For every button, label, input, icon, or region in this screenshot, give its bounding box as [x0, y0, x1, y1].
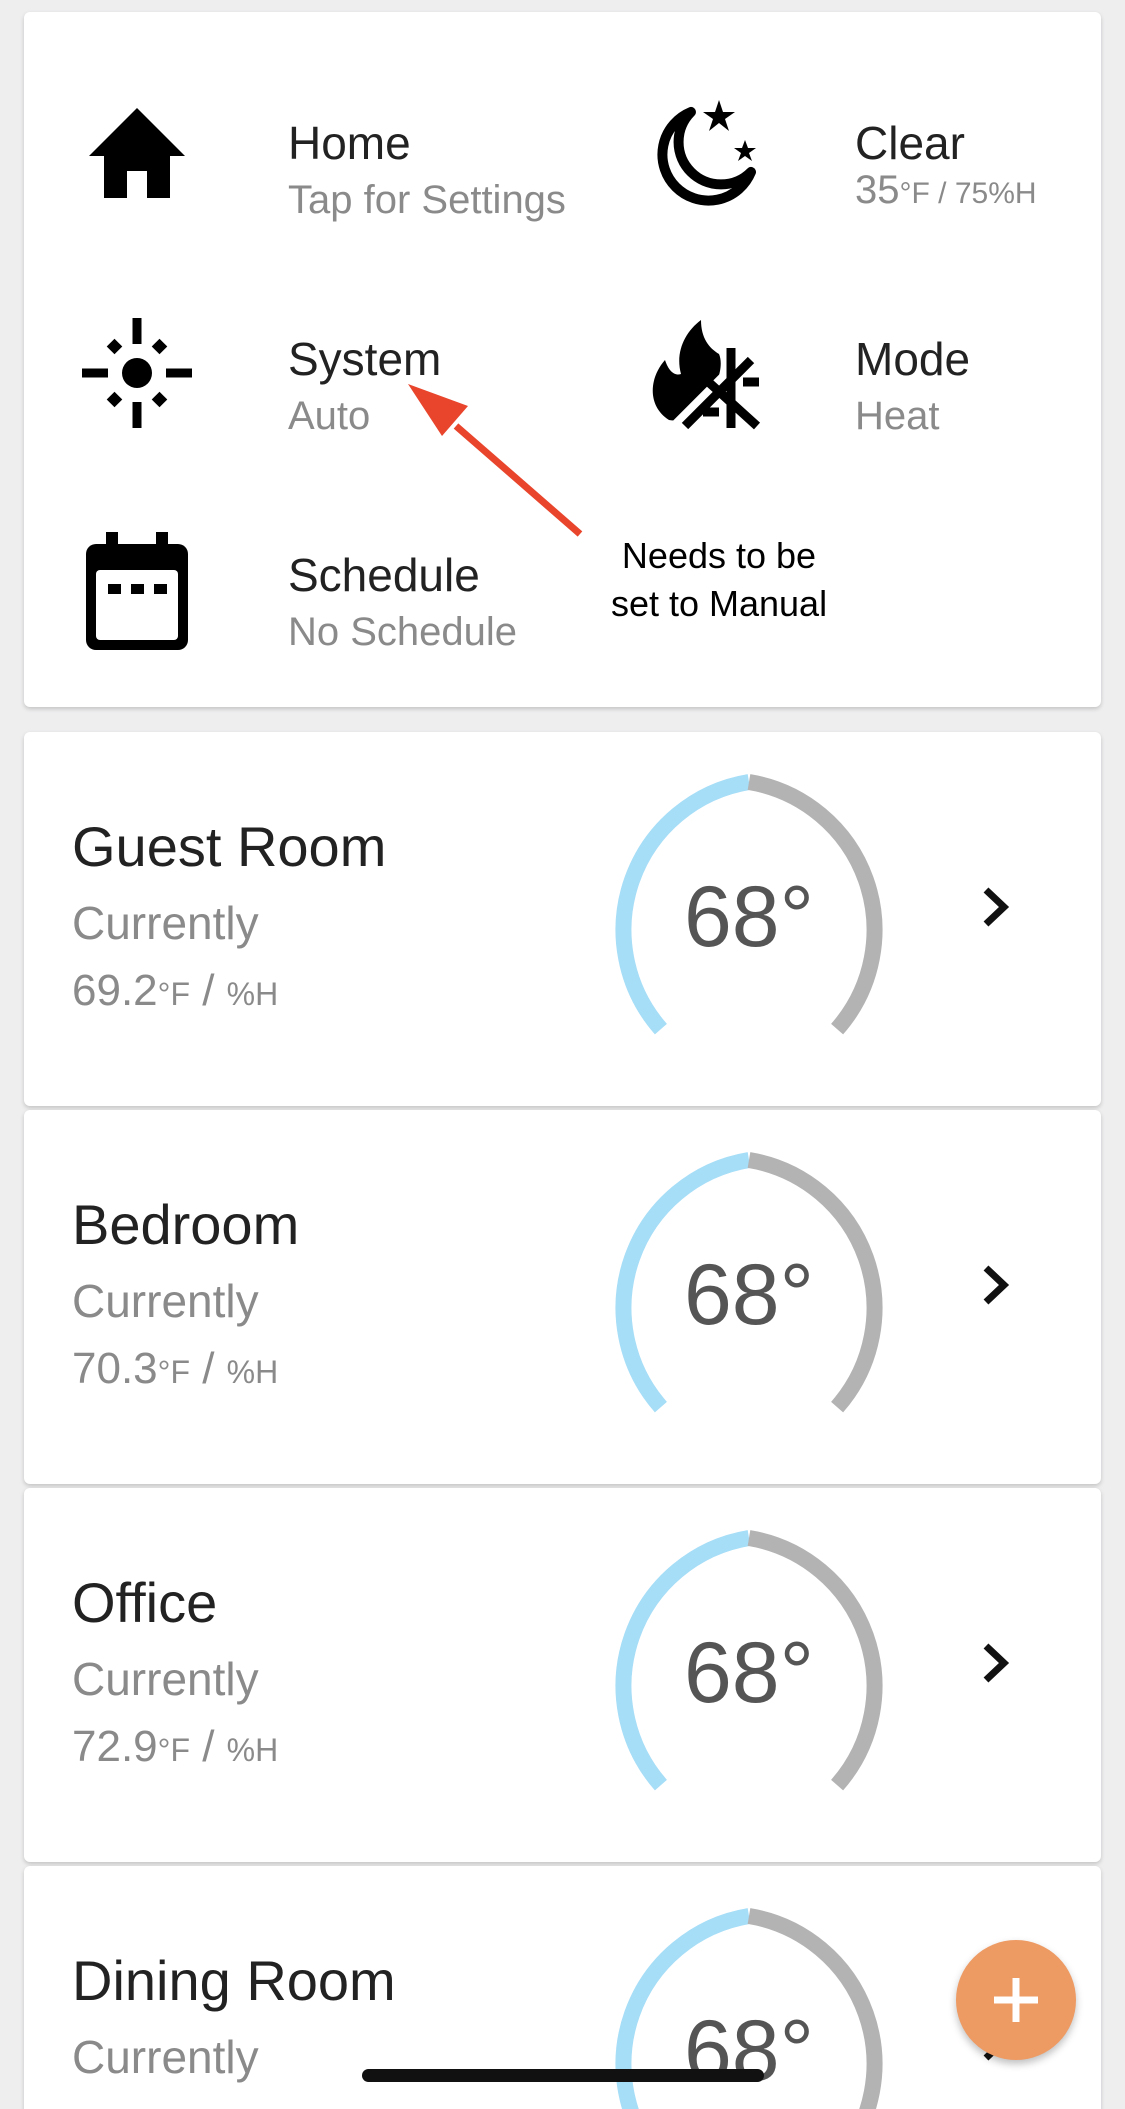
room-card-office[interactable]: Office Currently 72.9°F / %H 68°: [24, 1488, 1101, 1862]
annotation-line-1: Needs to be: [621, 535, 817, 576]
room-temp-unit: °F: [157, 1732, 190, 1768]
thermostat-screen: Home Tap for Settings Clear 35°F / 75%H: [0, 0, 1125, 2109]
weather-title: Clear: [855, 117, 965, 169]
home-icon: [72, 92, 202, 222]
annotation-note: Needs to be set to Manual: [584, 532, 854, 628]
outside-temp: 35: [855, 168, 900, 212]
room-temp-separator: /: [189, 966, 227, 1015]
room-current-temp: 72.9°F / %H: [72, 1722, 278, 1772]
room-currently-label: Currently: [72, 2031, 259, 2083]
room-humidity: %H: [226, 976, 279, 1012]
setpoint-dial[interactable]: 68°: [584, 772, 914, 1072]
room-humidity: %H: [226, 1354, 279, 1390]
weather-subtitle: 35°F / 75%H: [855, 168, 1037, 213]
heat-cool-icon: [639, 308, 769, 438]
status-card: Home Tap for Settings Clear 35°F / 75%H: [24, 12, 1101, 707]
mode-tile[interactable]: Mode Heat: [639, 308, 1125, 448]
chevron-right-icon[interactable]: [964, 1250, 1024, 1320]
room-temp-value: 72.9: [72, 1722, 158, 1771]
mode-subtitle: Heat: [855, 394, 940, 438]
room-currently-label: Currently: [72, 1653, 259, 1705]
room-name: Bedroom: [72, 1193, 300, 1256]
room-humidity: %H: [226, 1732, 279, 1768]
schedule-subtitle: No Schedule: [288, 610, 518, 654]
room-card-guest-room[interactable]: Guest Room Currently 69.2°F / %H 68°: [24, 732, 1101, 1106]
setpoint-dial[interactable]: 68°: [584, 1528, 914, 1828]
room-name: Guest Room: [72, 815, 387, 878]
chevron-right-icon[interactable]: [964, 872, 1024, 942]
room-card-bedroom[interactable]: Bedroom Currently 70.3°F / %H 68°: [24, 1110, 1101, 1484]
system-title: System: [288, 333, 442, 385]
room-current-temp: 70.3°F / %H: [72, 1344, 278, 1394]
mode-title: Mode: [855, 333, 971, 385]
room-name: Office: [72, 1571, 218, 1634]
system-tile[interactable]: System Auto: [72, 308, 592, 448]
weather-tile[interactable]: Clear 35°F / 75%H: [639, 92, 1125, 232]
room-temp-value: 70.3: [72, 1344, 158, 1393]
calendar-icon: [72, 524, 202, 654]
room-temp-unit: °F: [157, 1354, 190, 1390]
room-temp-value: 69.2: [72, 966, 158, 1015]
room-temp-unit: °F: [157, 976, 190, 1012]
room-name: Dining Room: [72, 1949, 396, 2012]
schedule-tile[interactable]: Schedule No Schedule: [72, 524, 592, 664]
room-currently-label: Currently: [72, 1275, 259, 1327]
outside-humidity-unit: %H: [988, 177, 1037, 210]
setpoint-value: 68°: [683, 1625, 815, 1721]
room-current-temp: 69.2°F / %H: [72, 966, 278, 1016]
room-temp-separator: /: [189, 1344, 227, 1393]
plus-icon: [994, 1978, 1038, 2022]
outside-temp-unit: °F / 75: [899, 177, 989, 210]
home-subtitle: Tap for Settings: [288, 178, 566, 222]
moon-stars-icon: [639, 92, 769, 222]
chevron-right-icon[interactable]: [964, 1628, 1024, 1698]
sun-icon: [72, 308, 202, 438]
setpoint-value: 68°: [683, 2003, 815, 2099]
room-temp-separator: /: [189, 1722, 227, 1771]
setpoint-value: 68°: [683, 1247, 815, 1343]
room-currently-label: Currently: [72, 897, 259, 949]
setpoint-value: 68°: [683, 869, 815, 965]
add-room-button[interactable]: [956, 1940, 1076, 2060]
home-indicator[interactable]: [362, 2069, 764, 2082]
schedule-title: Schedule: [288, 549, 480, 601]
system-subtitle: Auto: [288, 394, 371, 438]
home-tile[interactable]: Home Tap for Settings: [72, 92, 592, 232]
annotation-line-2: set to Manual: [610, 583, 828, 624]
setpoint-dial[interactable]: 68°: [584, 1150, 914, 1450]
home-title: Home: [288, 117, 411, 169]
